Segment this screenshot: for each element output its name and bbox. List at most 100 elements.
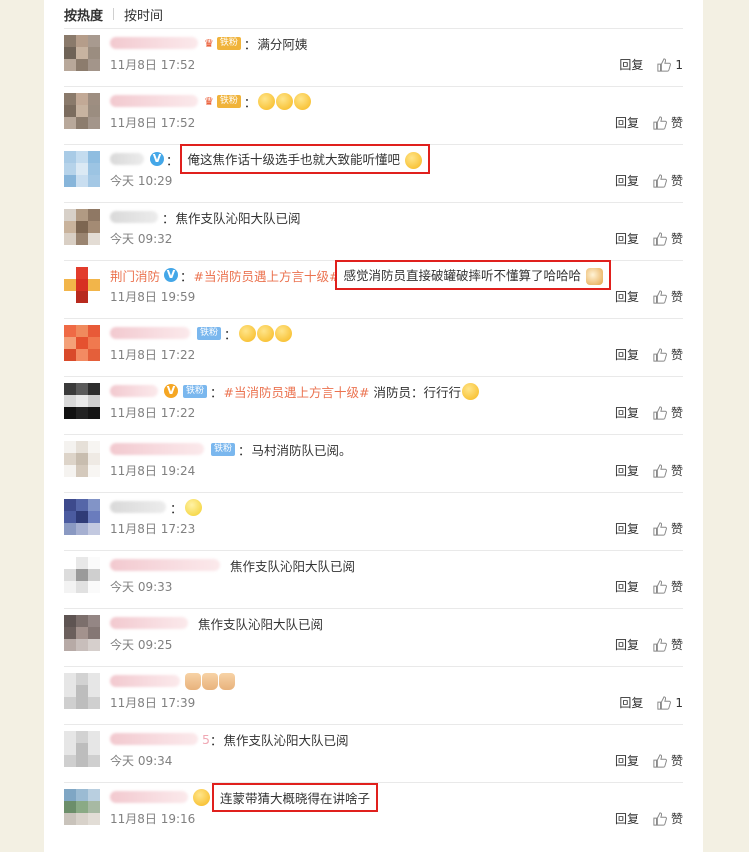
comment-item: 铁粉 ： 11月8日 17:22 回复 赞 [64, 318, 683, 376]
comment-text: 连蒙带猜大概晓得在讲啥子 [220, 790, 371, 806]
comment-actions: 回复 赞 [615, 114, 683, 131]
comment-time: 今天 09:33 [110, 580, 173, 594]
username-blurred[interactable] [110, 327, 190, 339]
thumbs-up-icon [653, 405, 667, 420]
username-blurred[interactable] [110, 559, 220, 571]
topic-link[interactable]: #当消防员遇上方言十级# [224, 382, 370, 401]
pray-emoji [238, 324, 256, 342]
colon: ： [238, 442, 251, 458]
like-button[interactable]: 赞 [653, 578, 683, 595]
reply-button[interactable]: 回复 [615, 346, 639, 363]
comment-actions: 回复 赞 [615, 346, 683, 363]
like-button[interactable]: 赞 [653, 172, 683, 189]
username-blurred[interactable] [110, 443, 204, 455]
like-button[interactable]: 1 [657, 58, 683, 72]
like-button[interactable]: 赞 [653, 810, 683, 827]
comment-actions: 回复 赞 [615, 230, 683, 247]
avatar[interactable] [64, 151, 100, 187]
avatar[interactable] [64, 325, 100, 361]
like-label: 赞 [670, 174, 683, 188]
avatar[interactable] [64, 383, 100, 419]
avatar[interactable] [64, 673, 100, 709]
highlight-box: 感觉消防员直接破罐破摔听不懂算了哈哈哈 [335, 260, 611, 290]
highlight-box: 俺这焦作话十级选手也就大致能听懂吧 [179, 144, 431, 174]
comment-text: 焦作支队沁阳大队已阅 [175, 210, 301, 226]
avatar[interactable] [64, 35, 100, 71]
like-button[interactable]: 赞 [653, 636, 683, 653]
reply-button[interactable]: 回复 [619, 694, 643, 711]
thumbs-up-icon [653, 463, 667, 478]
avatar[interactable] [64, 267, 100, 303]
comment-body [110, 671, 683, 691]
comment-text: 消防员：行行行 [373, 384, 461, 400]
like-button[interactable]: 赞 [653, 114, 683, 131]
like-label: 赞 [670, 812, 683, 826]
comment-time: 11月8日 19:24 [110, 464, 196, 478]
like-button[interactable]: 赞 [653, 752, 683, 769]
username-blurred[interactable] [110, 211, 158, 223]
comment-body: 铁粉 ： 马村消防队已阅。 [110, 439, 683, 459]
username-blurred[interactable] [110, 95, 198, 107]
thumbs-up-emoji [219, 672, 235, 690]
avatar[interactable] [64, 731, 100, 767]
like-button[interactable]: 赞 [653, 462, 683, 479]
like-label: 赞 [670, 638, 683, 652]
username-link[interactable]: 荆门消防 [110, 266, 160, 285]
avatar[interactable] [64, 615, 100, 651]
reply-button[interactable]: 回复 [615, 462, 639, 479]
avatar[interactable] [64, 93, 100, 129]
reply-button[interactable]: 回复 [615, 230, 639, 247]
reply-button[interactable]: 回复 [615, 114, 639, 131]
laughing-emoji [294, 92, 312, 110]
reply-button[interactable]: 回复 [615, 520, 639, 537]
reply-button[interactable]: 回复 [615, 404, 639, 421]
avatar[interactable] [64, 441, 100, 477]
reply-button[interactable]: 回复 [615, 578, 639, 595]
comment-panel: 按热度 按时间 ♛ 铁粉 ： 满分阿姨 11月8日 17:52 回复 1 ♛ 铁… [44, 0, 703, 852]
like-button[interactable]: 赞 [653, 404, 683, 421]
username-blurred[interactable] [110, 385, 158, 397]
sort-by-hot-tab[interactable]: 按热度 [64, 5, 103, 24]
avatar[interactable] [64, 499, 100, 535]
like-button[interactable]: 赞 [653, 230, 683, 247]
reply-button[interactable]: 回复 [615, 810, 639, 827]
comment-item: 连蒙带猜大概晓得在讲啥子 11月8日 19:16 回复 赞 [64, 782, 683, 840]
thumbs-up-icon [653, 811, 667, 826]
comment-text: 俺这焦作话十级选手也就大致能听懂吧 [187, 152, 401, 167]
cat-emoji [585, 268, 603, 285]
comment-time: 11月8日 17:22 [110, 406, 196, 420]
sleepy-emoji [405, 152, 423, 169]
comment-text: 焦作支队沁阳大队已阅 [230, 558, 356, 574]
reply-button[interactable]: 回复 [615, 172, 639, 189]
thumbs-up-icon [653, 289, 667, 304]
username-blurred[interactable] [110, 791, 188, 803]
username-blurred[interactable] [110, 501, 166, 513]
like-button[interactable]: 赞 [653, 520, 683, 537]
comment-body: V 铁粉 ： #当消防员遇上方言十级# 消防员：行行行 [110, 381, 683, 401]
avatar[interactable] [64, 789, 100, 825]
username-blurred[interactable] [110, 675, 180, 687]
username-blurred[interactable] [110, 37, 198, 49]
comment-item: V ： 俺这焦作话十级选手也就大致能听懂吧 今天 10:29 回复 赞 [64, 144, 683, 202]
like-button[interactable]: 1 [657, 696, 683, 710]
avatar[interactable] [64, 557, 100, 593]
username-blurred[interactable] [110, 617, 188, 629]
username-blurred[interactable] [110, 153, 144, 165]
topic-link[interactable]: #当消防员遇上方言十级# [194, 266, 340, 285]
like-button[interactable]: 赞 [653, 288, 683, 305]
fan-badge: 铁粉 [216, 94, 241, 108]
verified-v-icon: V [164, 384, 178, 398]
comment-body: 铁粉 ： [110, 323, 683, 343]
avatar[interactable] [64, 209, 100, 245]
sort-by-time-tab[interactable]: 按时间 [124, 5, 163, 24]
like-button[interactable]: 赞 [653, 346, 683, 363]
comment-body: V ： 俺这焦作话十级选手也就大致能听懂吧 [110, 144, 683, 174]
reply-button[interactable]: 回复 [615, 752, 639, 769]
like-label: 赞 [670, 754, 683, 768]
colon: ： [209, 732, 223, 748]
reply-button[interactable]: 回复 [615, 636, 639, 653]
reply-button[interactable]: 回复 [619, 56, 643, 73]
reply-button[interactable]: 回复 [615, 288, 639, 305]
username-blurred[interactable] [110, 733, 198, 745]
comment-body: 焦作支队沁阳大队已阅 [110, 613, 683, 633]
